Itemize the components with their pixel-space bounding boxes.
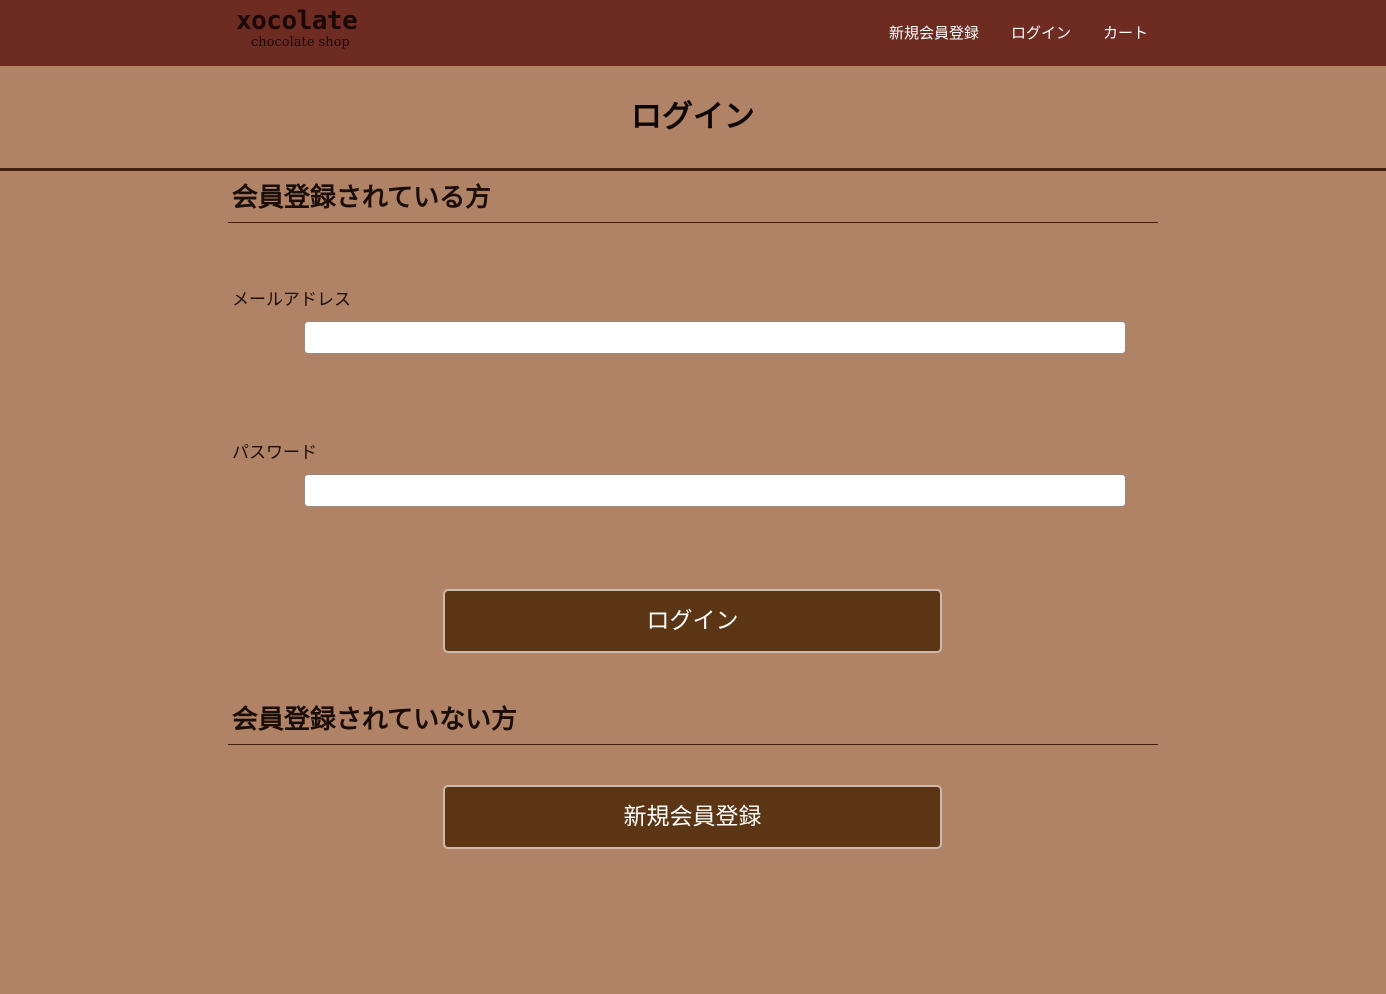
password-label: パスワード [232, 443, 317, 463]
guest-section-heading: 会員登録されていない方 [232, 705, 518, 735]
title-divider [0, 168, 1386, 171]
email-label: メールアドレス [232, 290, 351, 310]
member-section-heading: 会員登録されている方 [232, 183, 492, 213]
page-title: ログイン [631, 99, 755, 135]
login-button[interactable]: ログイン [443, 589, 942, 653]
logo-tagline: chocolate shop [251, 35, 350, 50]
site-header: xocolate chocolate shop 新規会員登録 ログイン カート [0, 0, 1386, 66]
guest-section-divider [228, 744, 1158, 745]
logo-wordmark: xocolate [236, 6, 358, 36]
password-field[interactable] [304, 474, 1126, 507]
member-section-divider [228, 222, 1158, 223]
email-field[interactable] [304, 321, 1126, 354]
nav-login-link[interactable]: ログイン [1011, 22, 1071, 44]
nav-register-link[interactable]: 新規会員登録 [889, 22, 979, 44]
register-button[interactable]: 新規会員登録 [443, 785, 942, 849]
nav-cart-link[interactable]: カート [1103, 22, 1148, 44]
site-logo[interactable]: xocolate chocolate shop [236, 6, 376, 58]
header-nav: 新規会員登録 ログイン カート [889, 22, 1148, 44]
